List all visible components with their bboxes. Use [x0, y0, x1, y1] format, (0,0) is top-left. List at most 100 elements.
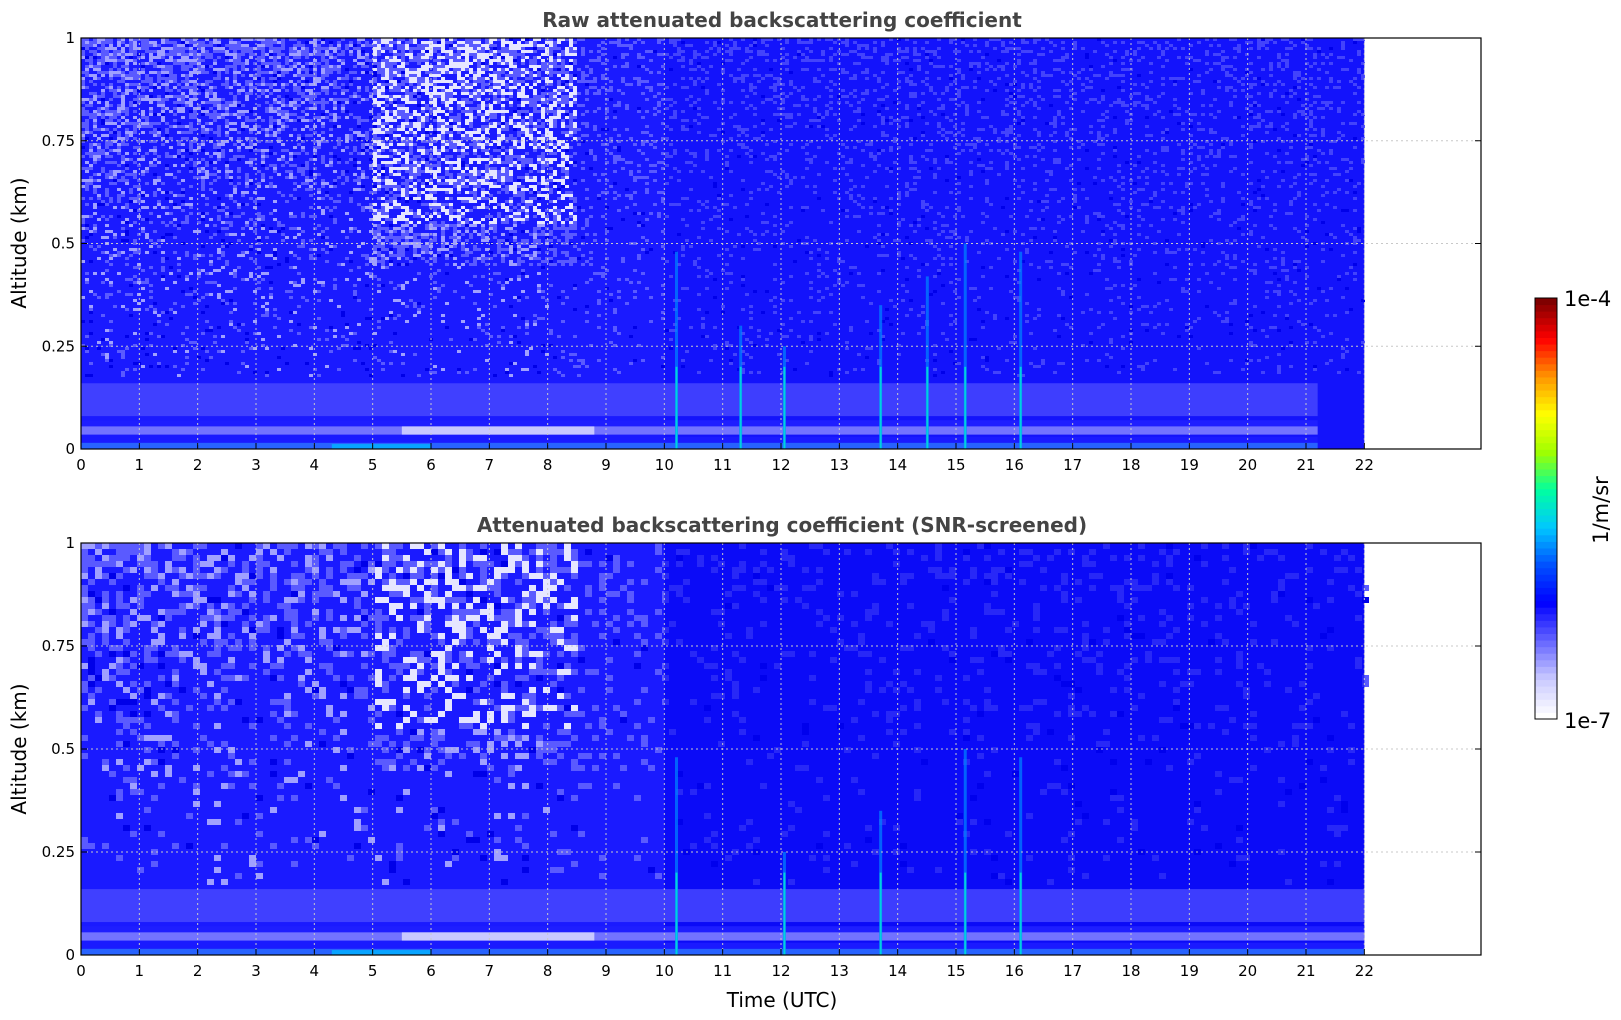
heatmap-cell: [521, 101, 525, 104]
heatmap-cell: [321, 125, 325, 128]
heatmap-cell: [409, 176, 413, 179]
heatmap-cell: [481, 137, 485, 140]
heatmap-cell: [313, 149, 317, 152]
heatmap-cell: [405, 77, 409, 80]
heatmap-cell: [273, 326, 277, 329]
heatmap-cell: [461, 320, 465, 323]
heatmap-cell: [433, 95, 437, 98]
heatmap-cell: [557, 188, 561, 191]
heatmap-cell: [449, 209, 453, 212]
heatmap-cell: [249, 119, 253, 122]
heatmap-cell: [457, 158, 461, 161]
heatmap-cell: [161, 260, 165, 263]
heatmap-cell: [125, 44, 129, 47]
heatmap-cell: [365, 89, 369, 92]
heatmap-cell: [121, 104, 125, 107]
heatmap-cell: [477, 248, 481, 251]
heatmap-cell: [549, 167, 553, 170]
heatmap-cell: [269, 212, 273, 215]
heatmap-cell: [125, 83, 129, 86]
heatmap-cell: [437, 137, 441, 140]
heatmap-cell: [129, 89, 133, 92]
heatmap-cell: [277, 221, 281, 224]
heatmap-cell: [177, 101, 181, 104]
heatmap-cell: [413, 164, 417, 167]
heatmap-cell: [109, 341, 113, 344]
heatmap-cell: [561, 224, 565, 227]
heatmap-cell: [457, 215, 461, 218]
heatmap-cell: [541, 89, 545, 92]
heatmap-cell: [345, 326, 349, 329]
heatmap-cell: [145, 194, 149, 197]
heatmap-cell: [381, 167, 385, 170]
heatmap-cell: [85, 44, 89, 47]
heatmap-cell: [365, 206, 369, 209]
heatmap-cell: [461, 149, 465, 152]
heatmap-cell: [189, 143, 193, 146]
heatmap-cell: [541, 107, 545, 110]
heatmap-cell: [505, 149, 509, 152]
heatmap-cell: [345, 86, 349, 89]
heatmap-cell: [377, 179, 381, 182]
heatmap-cell: [449, 167, 453, 170]
heatmap-cell: [269, 86, 273, 89]
heatmap-cell: [537, 110, 541, 113]
heatmap-cell: [297, 44, 301, 47]
heatmap-cell: [125, 62, 129, 65]
heatmap-cell: [313, 104, 317, 107]
heatmap-cell: [441, 158, 445, 161]
heatmap-cell: [305, 68, 309, 71]
heatmap-cell: [477, 110, 481, 113]
heatmap-cell: [421, 56, 425, 59]
heatmap-cell: [125, 128, 129, 131]
heatmap-cell: [117, 41, 121, 44]
heatmap-cell: [241, 251, 245, 254]
heatmap-cell: [421, 68, 425, 71]
heatmap-cell: [165, 152, 169, 155]
heatmap-cell: [533, 209, 537, 212]
heatmap-cell: [225, 119, 229, 122]
heatmap-cell: [525, 71, 529, 74]
heatmap-cell: [129, 77, 133, 80]
heatmap-cell: [229, 113, 233, 116]
heatmap-cell: [445, 143, 449, 146]
heatmap-cell: [509, 74, 513, 77]
heatmap-cell: [409, 137, 413, 140]
heatmap-cell: [401, 188, 405, 191]
heatmap-cell: [465, 113, 469, 116]
heatmap-cell: [297, 92, 301, 95]
heatmap-cell: [461, 254, 465, 257]
heatmap-cell: [117, 44, 121, 47]
heatmap-cell: [125, 263, 129, 266]
heatmap-cell: [285, 71, 289, 74]
heatmap-cell: [245, 110, 249, 113]
heatmap-cell: [489, 50, 493, 53]
heatmap-cell: [437, 203, 441, 206]
heatmap-cell: [417, 89, 421, 92]
heatmap-cell: [181, 74, 185, 77]
heatmap-cell: [465, 131, 469, 134]
heatmap-cell: [541, 95, 545, 98]
heatmap-cell: [493, 53, 497, 56]
heatmap-cell: [477, 89, 481, 92]
heatmap-cell: [149, 149, 153, 152]
heatmap-cell: [93, 116, 97, 119]
heatmap-cell: [413, 92, 417, 95]
heatmap-cell: [469, 53, 473, 56]
heatmap-cell: [97, 347, 101, 350]
heatmap-cell: [505, 185, 509, 188]
heatmap-cell: [345, 68, 349, 71]
heatmap-cell: [389, 170, 393, 173]
heatmap-cell: [97, 65, 101, 68]
heatmap-cell: [121, 110, 125, 113]
heatmap-cell: [493, 218, 497, 221]
heatmap-cell: [345, 179, 349, 182]
heatmap-cell: [297, 74, 301, 77]
heatmap-cell: [153, 86, 157, 89]
heatmap-cell: [333, 80, 337, 83]
heatmap-cell: [261, 215, 265, 218]
heatmap-cell: [381, 107, 385, 110]
heatmap-cell: [553, 182, 557, 185]
heatmap-cell: [545, 164, 549, 167]
heatmap-cell: [397, 41, 401, 44]
